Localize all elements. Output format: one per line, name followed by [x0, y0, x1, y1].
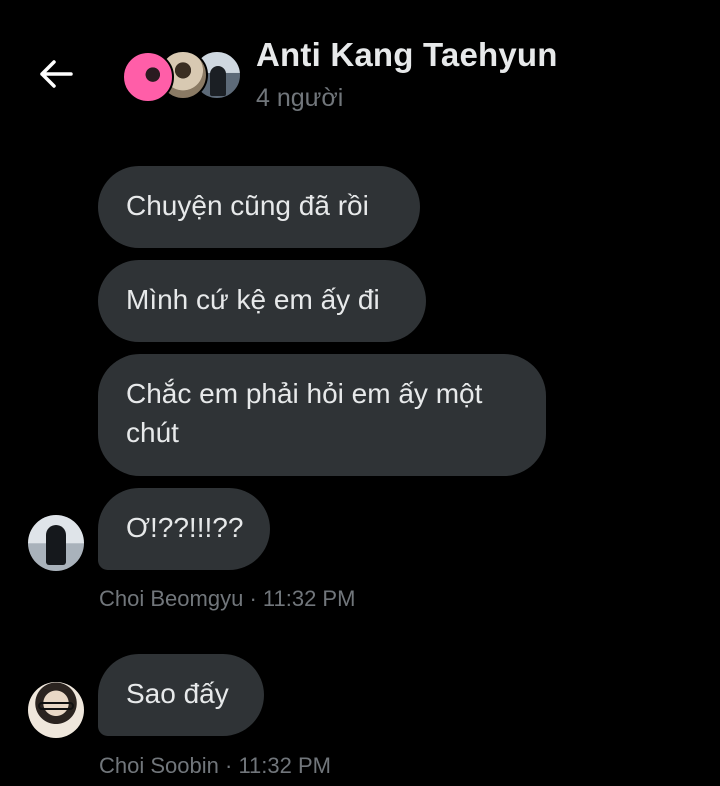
message-bubble[interactable]: Sao đấy	[98, 654, 264, 736]
conversation-header: Anti Kang Taehyun 4 người	[0, 0, 720, 140]
message-bubble[interactable]: Ơ!??!!!??	[98, 488, 270, 570]
sender-avatar[interactable]	[28, 682, 84, 738]
message-bubble[interactable]: Chắc em phải hỏi em ấy một chút	[98, 354, 546, 476]
meta-separator: ·	[249, 586, 257, 611]
message-meta: Choi Soobin · 11:32 PM	[99, 753, 331, 779]
message-bubble[interactable]: Mình cứ kệ em ấy đi	[98, 260, 426, 342]
sender-avatar[interactable]	[28, 515, 84, 571]
back-button[interactable]	[30, 50, 82, 98]
message-meta: Choi Beomgyu · 11:32 PM	[99, 586, 355, 612]
group-title[interactable]: Anti Kang Taehyun	[256, 36, 558, 74]
message-time: 11:32 PM	[238, 753, 331, 778]
message-bubble[interactable]: Chuyện cũng đã rồi	[98, 166, 420, 248]
meta-separator: ·	[225, 753, 233, 778]
message-time: 11:32 PM	[262, 586, 356, 611]
group-avatars[interactable]	[120, 48, 242, 103]
arrow-left-icon	[40, 60, 73, 88]
member-count: 4 người	[256, 84, 344, 112]
sender-name: Choi Beomgyu	[99, 586, 244, 611]
sender-name: Choi Soobin	[99, 753, 219, 778]
member-avatar	[122, 51, 174, 103]
